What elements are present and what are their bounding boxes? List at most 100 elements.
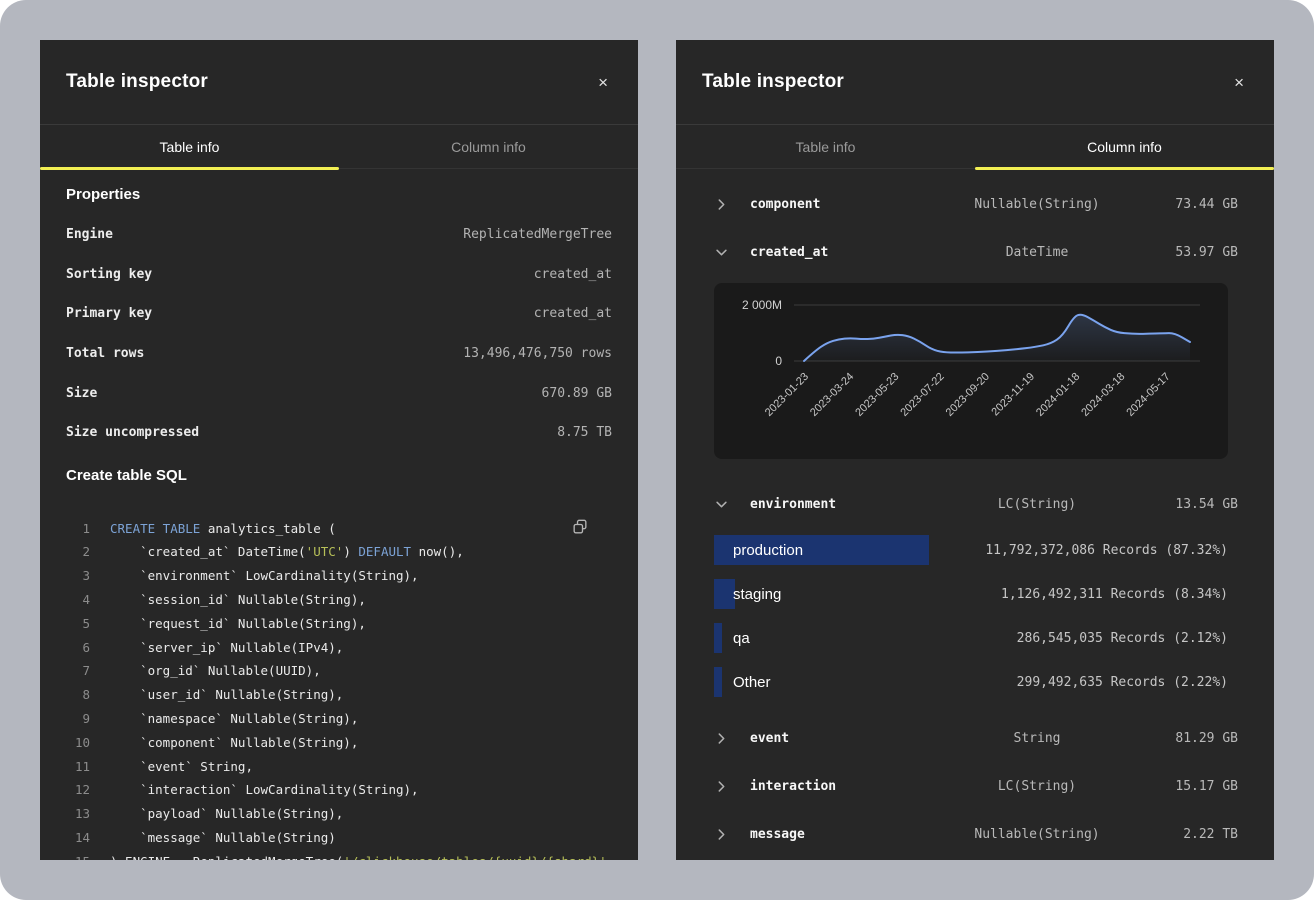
code-token: `org_id` Nullable(UUID), xyxy=(110,659,321,683)
line-number: 13 xyxy=(66,802,90,826)
code-line: 6 `server_ip` Nullable(IPv4), xyxy=(66,636,612,660)
env-value-label: production xyxy=(733,542,803,559)
code-token: `component` Nullable(String), xyxy=(110,731,358,755)
env-value-label: staging xyxy=(733,586,781,603)
modal-title: Table inspector xyxy=(66,71,208,93)
code-token: `environment` LowCardinality(String), xyxy=(110,564,419,588)
tab-column-info[interactable]: Column info xyxy=(975,125,1274,168)
line-number: 6 xyxy=(66,636,90,660)
chevron-right-icon xyxy=(716,199,750,210)
modal-header: Table inspector × xyxy=(40,40,638,125)
code-line: 11 `event` String, xyxy=(66,755,612,779)
tab-table-info[interactable]: Table info xyxy=(40,125,339,168)
code-line: 10 `component` Nullable(String), xyxy=(66,731,612,755)
code-token: `user_id` Nullable(String), xyxy=(110,683,343,707)
property-label: Size xyxy=(66,386,97,401)
svg-text:2024-03-18: 2024-03-18 xyxy=(1079,371,1127,419)
svg-text:2023-01-23: 2023-01-23 xyxy=(763,371,811,419)
code-token: `session_id` Nullable(String), xyxy=(110,588,366,612)
close-icon: × xyxy=(1234,73,1244,92)
tab-label: Table info xyxy=(160,139,220,155)
close-button[interactable]: × xyxy=(1230,70,1248,95)
env-value-row-staging: staging 1,126,492,311 Records (8.34%) xyxy=(676,572,1274,616)
property-label: Sorting key xyxy=(66,267,152,282)
code-line: 13 `payload` Nullable(String), xyxy=(66,802,612,826)
copy-button[interactable] xyxy=(568,517,592,541)
column-size: 81.29 GB xyxy=(1134,731,1238,746)
line-number: 7 xyxy=(66,659,90,683)
code-lines: 1 CREATE TABLE analytics_table (2 `create… xyxy=(66,517,612,860)
code-line: 2 `created_at` DateTime('UTC') DEFAULT n… xyxy=(66,540,612,564)
line-number: 10 xyxy=(66,731,90,755)
code-token: `payload` Nullable(String), xyxy=(110,802,343,826)
property-value: 670.89 GB xyxy=(542,386,612,401)
code-token: DEFAULT xyxy=(358,540,411,564)
property-row: Total rows13,496,476,750 rows xyxy=(66,334,612,374)
column-size: 53.97 GB xyxy=(1134,245,1238,260)
svg-text:2 000M: 2 000M xyxy=(742,298,782,312)
chevron-down-icon xyxy=(716,499,750,510)
property-value: ReplicatedMergeTree xyxy=(463,227,612,242)
column-type: DateTime xyxy=(940,245,1134,260)
code-token: `message` Nullable(String) xyxy=(110,826,336,850)
line-number: 8 xyxy=(66,683,90,707)
code-line: 3 `environment` LowCardinality(String), xyxy=(66,564,612,588)
svg-text:2024-05-17: 2024-05-17 xyxy=(1124,371,1172,419)
tab-bar: Table info Column info xyxy=(40,125,638,169)
column-row-interaction[interactable]: interaction LC(String) 15.17 GB xyxy=(676,762,1274,810)
column-row-created-at[interactable]: created_at DateTime 53.97 GB xyxy=(676,228,1274,276)
code-token: 'UTC' xyxy=(306,540,344,564)
property-row: EngineReplicatedMergeTree xyxy=(66,215,612,255)
code-token: ) ENGINE = ReplicatedMergeTree( xyxy=(110,850,343,860)
svg-text:0: 0 xyxy=(775,354,782,368)
line-number: 14 xyxy=(66,826,90,850)
column-row-event[interactable]: event String 81.29 GB xyxy=(676,714,1274,762)
property-label: Primary key xyxy=(66,306,152,321)
property-row: Size 670.89 GB xyxy=(66,373,612,413)
code-token: CREATE TABLE xyxy=(110,517,200,541)
properties-heading: Properties xyxy=(66,185,612,205)
tab-label: Table info xyxy=(796,139,856,155)
property-label: Size uncompressed xyxy=(66,425,199,440)
line-number: 11 xyxy=(66,755,90,779)
column-name: environment xyxy=(750,497,940,512)
code-token: now(), xyxy=(411,540,464,564)
environment-value-list: production 11,792,372,086 Records (87.32… xyxy=(676,528,1274,704)
line-number: 15 xyxy=(66,850,90,860)
created-at-distribution-chart: 2 000M02023-01-232023-03-242023-05-23202… xyxy=(714,283,1228,459)
tab-table-info[interactable]: Table info xyxy=(676,125,975,168)
chevron-right-icon xyxy=(716,733,750,744)
column-name: event xyxy=(750,731,940,746)
code-line: 9 `namespace` Nullable(String), xyxy=(66,707,612,731)
env-bar xyxy=(714,579,735,609)
column-type: String xyxy=(940,731,1134,746)
property-row: Size uncompressed8.75 TB xyxy=(66,413,612,453)
line-number: 1 xyxy=(66,517,90,541)
column-row-component[interactable]: component Nullable(String) 73.44 GB xyxy=(676,180,1274,228)
svg-text:2024-01-18: 2024-01-18 xyxy=(1034,371,1082,419)
env-value-label: qa xyxy=(733,630,750,647)
code-token: `created_at` DateTime( xyxy=(110,540,306,564)
column-size: 13.54 GB xyxy=(1134,497,1238,512)
code-line: 7 `org_id` Nullable(UUID), xyxy=(66,659,612,683)
line-number: 4 xyxy=(66,588,90,612)
code-token: ) xyxy=(343,540,358,564)
code-token: analytics_table ( xyxy=(200,517,335,541)
column-row-environment[interactable]: environment LC(String) 13.54 GB xyxy=(676,480,1274,528)
column-name: created_at xyxy=(750,245,940,260)
env-value-records: 1,126,492,311 Records (8.34%) xyxy=(1001,587,1228,602)
area-chart-svg: 2 000M02023-01-232023-03-242023-05-23202… xyxy=(714,283,1228,459)
env-bar xyxy=(714,623,722,653)
column-size: 15.17 GB xyxy=(1134,779,1238,794)
line-number: 12 xyxy=(66,778,90,802)
line-number: 9 xyxy=(66,707,90,731)
copy-icon xyxy=(570,517,590,537)
column-row-message[interactable]: message Nullable(String) 2.22 TB xyxy=(676,810,1274,858)
tab-column-info[interactable]: Column info xyxy=(339,125,638,168)
code-token: , xyxy=(607,850,615,860)
property-row: Primary keycreated_at xyxy=(66,294,612,334)
backdrop: Table inspector × Table info Column info… xyxy=(0,0,1314,900)
svg-text:2023-05-23: 2023-05-23 xyxy=(853,371,901,419)
close-button[interactable]: × xyxy=(594,70,612,95)
sql-code-block: 1 CREATE TABLE analytics_table (2 `create… xyxy=(66,517,612,860)
